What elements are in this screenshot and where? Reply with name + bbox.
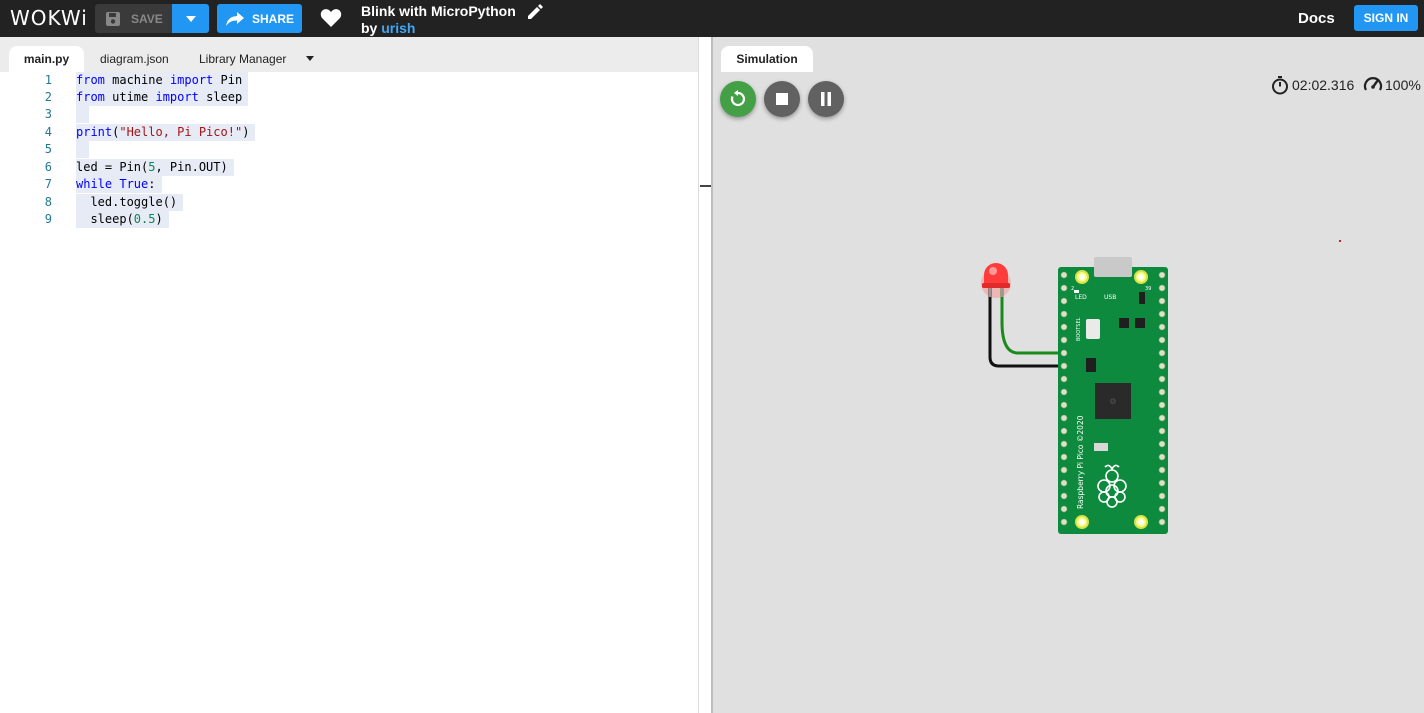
sign-in-button[interactable]: SIGN IN (1354, 5, 1418, 31)
stopwatch-icon (1272, 76, 1288, 95)
editor-pane: main.py diagram.json Library Manager 1 f… (0, 37, 712, 713)
line-number: 6 (44, 160, 52, 174)
code-line: 2 from utime import sleep (0, 89, 698, 106)
pause-icon (821, 92, 831, 106)
green-wire (1000, 287, 1066, 355)
code-text: led.toggle() (76, 194, 184, 211)
bootsel-label: BOOTSEL (1076, 317, 1082, 341)
share-arrow-icon (226, 11, 244, 26)
usb-label: USB (1104, 294, 1116, 301)
restart-icon (730, 90, 746, 107)
code-text (76, 106, 90, 123)
line-number: 3 (44, 107, 52, 121)
simulation-speed: 100% (1363, 75, 1421, 95)
author-link[interactable]: urish (381, 20, 415, 36)
caret-down-icon (185, 15, 196, 22)
tab-library-manager[interactable]: Library Manager (199, 46, 286, 72)
share-label: SHARE (252, 11, 295, 26)
save-options-dropdown[interactable] (172, 4, 209, 33)
by-prefix: by (361, 20, 378, 36)
code-line: 7 while True: (0, 176, 698, 193)
project-title: Blink with MicroPython (361, 3, 516, 19)
simulation-pane: Simulation 02:02.316 100% LED USB 2 39 B… (713, 37, 1424, 713)
save-button[interactable]: SAVE (95, 4, 172, 33)
code-line: 5 (0, 141, 698, 158)
wokwi-logo[interactable]: WOKWi (10, 6, 88, 30)
elapsed-time-value: 02:02.316 (1292, 77, 1355, 93)
code-text: led = Pin(5, Pin.OUT) (76, 159, 234, 176)
line-number: 2 (44, 90, 52, 104)
save-label: SAVE (131, 11, 163, 26)
editor-scroll-gutter (698, 37, 712, 713)
canvas-dot (1339, 240, 1341, 242)
top-bar: WOKWi SAVE SHARE Blink with MicroPython … (0, 0, 1424, 37)
editor-tab-bar: main.py diagram.json Library Manager (0, 37, 712, 72)
code-line: 6 led = Pin(5, Pin.OUT) (0, 159, 698, 176)
code-text: from machine import Pin (76, 72, 249, 89)
code-text: while True: (76, 176, 162, 193)
svg-text:⚙: ⚙ (1109, 397, 1116, 406)
docs-link[interactable]: Docs (1298, 10, 1335, 27)
code-text: print("Hello, Pi Pico!") (76, 124, 256, 141)
stop-icon (776, 93, 788, 105)
tabs-dropdown-caret-icon[interactable] (306, 56, 314, 61)
code-editor[interactable]: 1 from machine import Pin 2 from utime i… (0, 72, 698, 713)
pause-simulation-button[interactable] (808, 81, 844, 117)
code-line: 8 led.toggle() (0, 194, 698, 211)
speedometer-icon (1363, 77, 1383, 91)
board-name-text: Raspberry Pi Pico ©2020 (1076, 415, 1085, 509)
pin-left-label: 2 (1071, 286, 1074, 292)
line-number: 1 (44, 73, 52, 87)
heart-icon[interactable] (320, 8, 342, 28)
stop-simulation-button[interactable] (764, 81, 800, 117)
code-line: 3 (0, 106, 698, 123)
led-label: LED (1075, 294, 1087, 301)
line-number: 5 (44, 142, 52, 156)
code-line: 4 print("Hello, Pi Pico!") (0, 124, 698, 141)
circuit-canvas[interactable]: LED USB 2 39 BOOTSEL ⚙ Raspberry Pi Pico… (973, 257, 1173, 547)
restart-simulation-button[interactable] (720, 81, 756, 117)
line-number: 9 (44, 212, 52, 226)
elapsed-timer: 02:02.316 (1270, 75, 1354, 95)
tab-diagram-json[interactable]: diagram.json (100, 46, 169, 72)
tab-simulation[interactable]: Simulation (721, 46, 813, 72)
tab-main-py[interactable]: main.py (9, 46, 84, 72)
red-led (981, 263, 1011, 298)
line-number: 8 (44, 195, 52, 209)
bootsel-button (1086, 319, 1100, 339)
floppy-disk-icon (106, 11, 120, 26)
line-number: 4 (44, 125, 52, 139)
save-group: SAVE (95, 4, 209, 33)
code-text: sleep(0.5) (76, 211, 169, 228)
share-button[interactable]: SHARE (217, 4, 302, 33)
code-line: 1 from machine import Pin (0, 72, 698, 89)
pencil-icon[interactable] (526, 3, 544, 21)
code-text: from utime import sleep (76, 89, 249, 106)
line-number: 7 (44, 177, 52, 191)
pin-right-label: 39 (1145, 286, 1151, 292)
speed-value: 100% (1385, 77, 1421, 93)
project-author-line: by urish (361, 20, 415, 36)
code-line: 9 sleep(0.5) (0, 211, 698, 228)
code-text (76, 141, 90, 158)
raspberry-pi-pico-board: LED USB 2 39 BOOTSEL ⚙ Raspberry Pi Pico… (1058, 257, 1168, 534)
